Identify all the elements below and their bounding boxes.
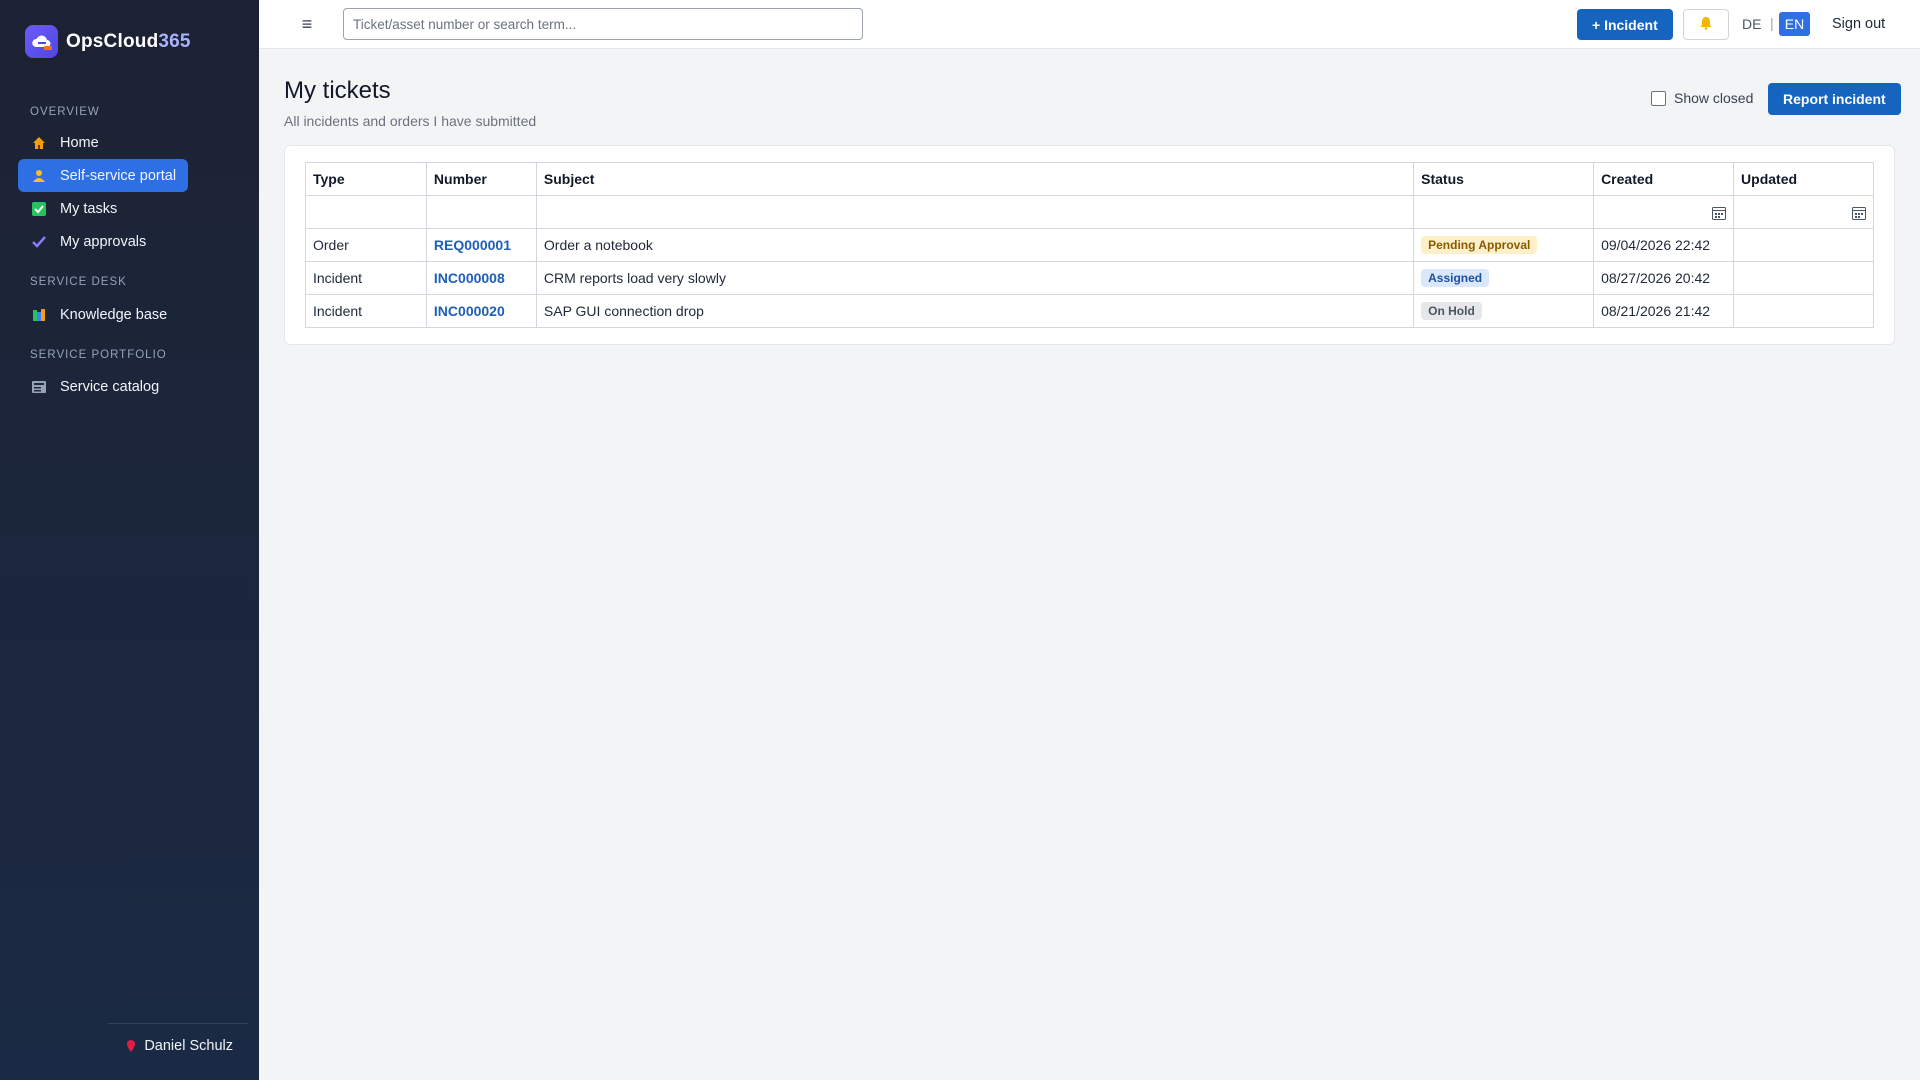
sidebar-item-service-catalog[interactable]: Service catalog: [18, 370, 171, 403]
show-closed-label: Show closed: [1674, 90, 1754, 106]
show-closed-checkbox[interactable]: [1651, 90, 1666, 106]
cell-type: Incident: [305, 261, 427, 295]
filter-status[interactable]: [1413, 195, 1595, 229]
filter-updated[interactable]: [1733, 195, 1874, 229]
nav-section-overview: OVERVIEW: [30, 106, 100, 118]
sidebar-divider: [108, 1023, 248, 1024]
new-incident-button[interactable]: + Incident: [1577, 9, 1673, 40]
page-title: My tickets: [284, 77, 391, 104]
cell-number: INC000020: [425, 294, 537, 328]
column-header-number[interactable]: Number: [425, 162, 537, 196]
home-icon: [30, 134, 48, 152]
status-badge: Assigned: [1421, 269, 1490, 287]
table-row[interactable]: Order REQ000001 Order a notebook Pending…: [305, 228, 1874, 262]
user-name: Daniel Schulz: [144, 1038, 233, 1054]
search-input[interactable]: [343, 8, 863, 40]
checkbox-icon: [30, 200, 48, 218]
sidebar-item-knowledge-base[interactable]: Knowledge base: [18, 298, 179, 331]
cloud-logo-icon: [25, 25, 58, 58]
filter-subject[interactable]: [535, 195, 1415, 229]
nav-section-service-portfolio: SERVICE PORTFOLIO: [30, 349, 167, 361]
user-profile[interactable]: Daniel Schulz: [126, 1038, 233, 1054]
nav-section-service-desk: SERVICE DESK: [30, 276, 127, 288]
cell-type: Order: [305, 228, 427, 262]
page-subtitle: All incidents and orders I have submitte…: [284, 113, 537, 129]
calendar-icon[interactable]: [1852, 206, 1866, 220]
sidebar-item-label: Home: [60, 134, 99, 151]
filter-type[interactable]: [305, 195, 427, 229]
ticket-number-link[interactable]: REQ000001: [434, 237, 511, 253]
brand-name: OpsCloud365: [66, 30, 191, 52]
column-header-updated[interactable]: Updated: [1733, 162, 1874, 196]
books-icon: [30, 306, 48, 324]
bell-icon: [1699, 16, 1713, 33]
column-header-status[interactable]: Status: [1413, 162, 1595, 196]
cell-updated: [1733, 294, 1874, 328]
cell-status: Assigned: [1413, 261, 1595, 295]
cell-subject: Order a notebook: [535, 228, 1415, 262]
cell-updated: [1733, 261, 1874, 295]
cell-type: Incident: [305, 294, 427, 328]
cell-number: INC000008: [425, 261, 537, 295]
sidebar-item-label: My tasks: [60, 200, 118, 217]
checkmark-icon: [30, 233, 48, 251]
brand[interactable]: OpsCloud365: [25, 25, 191, 58]
ticket-number-link[interactable]: INC000020: [434, 303, 505, 319]
sidebar-item-label: My approvals: [60, 233, 147, 250]
language-separator: |: [1770, 15, 1774, 31]
cell-updated: [1733, 228, 1874, 262]
sidebar-item-label: Service catalog: [60, 378, 160, 395]
cell-created: 08/21/2026 21:42: [1593, 294, 1735, 328]
language-en[interactable]: EN: [1779, 12, 1810, 36]
table-header-row: Type Number Subject Status Created Updat…: [305, 162, 1874, 196]
status-badge: Pending Approval: [1421, 236, 1538, 254]
notifications-button[interactable]: [1683, 9, 1729, 40]
tickets-table: Type Number Subject Status Created Updat…: [305, 162, 1874, 328]
cell-subject: CRM reports load very slowly: [535, 261, 1415, 295]
cell-status: Pending Approval: [1413, 228, 1595, 262]
language-de[interactable]: DE: [1742, 16, 1761, 32]
sidebar-item-home[interactable]: Home: [18, 126, 111, 159]
sidebar: OpsCloud365 OVERVIEW Home Self-service p…: [0, 0, 259, 1080]
table-row[interactable]: Incident INC000020 SAP GUI connection dr…: [305, 294, 1874, 328]
column-header-created[interactable]: Created: [1593, 162, 1735, 196]
cell-created: 09/04/2026 22:42: [1593, 228, 1735, 262]
ticket-number-link[interactable]: INC000008: [434, 270, 505, 286]
table-row[interactable]: Incident INC000008 CRM reports load very…: [305, 261, 1874, 295]
status-badge: On Hold: [1421, 302, 1482, 320]
person-icon: [30, 167, 48, 185]
sidebar-item-label: Knowledge base: [60, 306, 168, 323]
column-header-subject[interactable]: Subject: [535, 162, 1415, 196]
cell-status: On Hold: [1413, 294, 1595, 328]
column-header-type[interactable]: Type: [305, 162, 427, 196]
sidebar-item-self-service-portal[interactable]: Self-service portal: [18, 159, 189, 192]
cell-created: 08/27/2026 20:42: [1593, 261, 1735, 295]
pin-icon: [126, 1039, 136, 1053]
filter-created[interactable]: [1593, 195, 1735, 229]
sign-out-link[interactable]: Sign out: [1832, 16, 1885, 32]
cell-number: REQ000001: [425, 228, 537, 262]
sidebar-item-my-approvals[interactable]: My approvals: [18, 225, 158, 258]
filter-number[interactable]: [425, 195, 537, 229]
sidebar-item-my-tasks[interactable]: My tasks: [18, 192, 129, 225]
hamburger-menu-icon[interactable]: ≡: [297, 14, 317, 34]
cell-subject: SAP GUI connection drop: [535, 294, 1415, 328]
sidebar-item-label: Self-service portal: [60, 167, 177, 184]
calendar-icon[interactable]: [1712, 206, 1727, 220]
show-closed-toggle[interactable]: Show closed: [1651, 90, 1753, 106]
topbar: ≡ + Incident DE | EN Sign out: [259, 0, 1920, 49]
table-filter-row: [305, 195, 1874, 229]
catalog-icon: [30, 378, 48, 396]
report-incident-button[interactable]: Report incident: [1768, 83, 1901, 115]
